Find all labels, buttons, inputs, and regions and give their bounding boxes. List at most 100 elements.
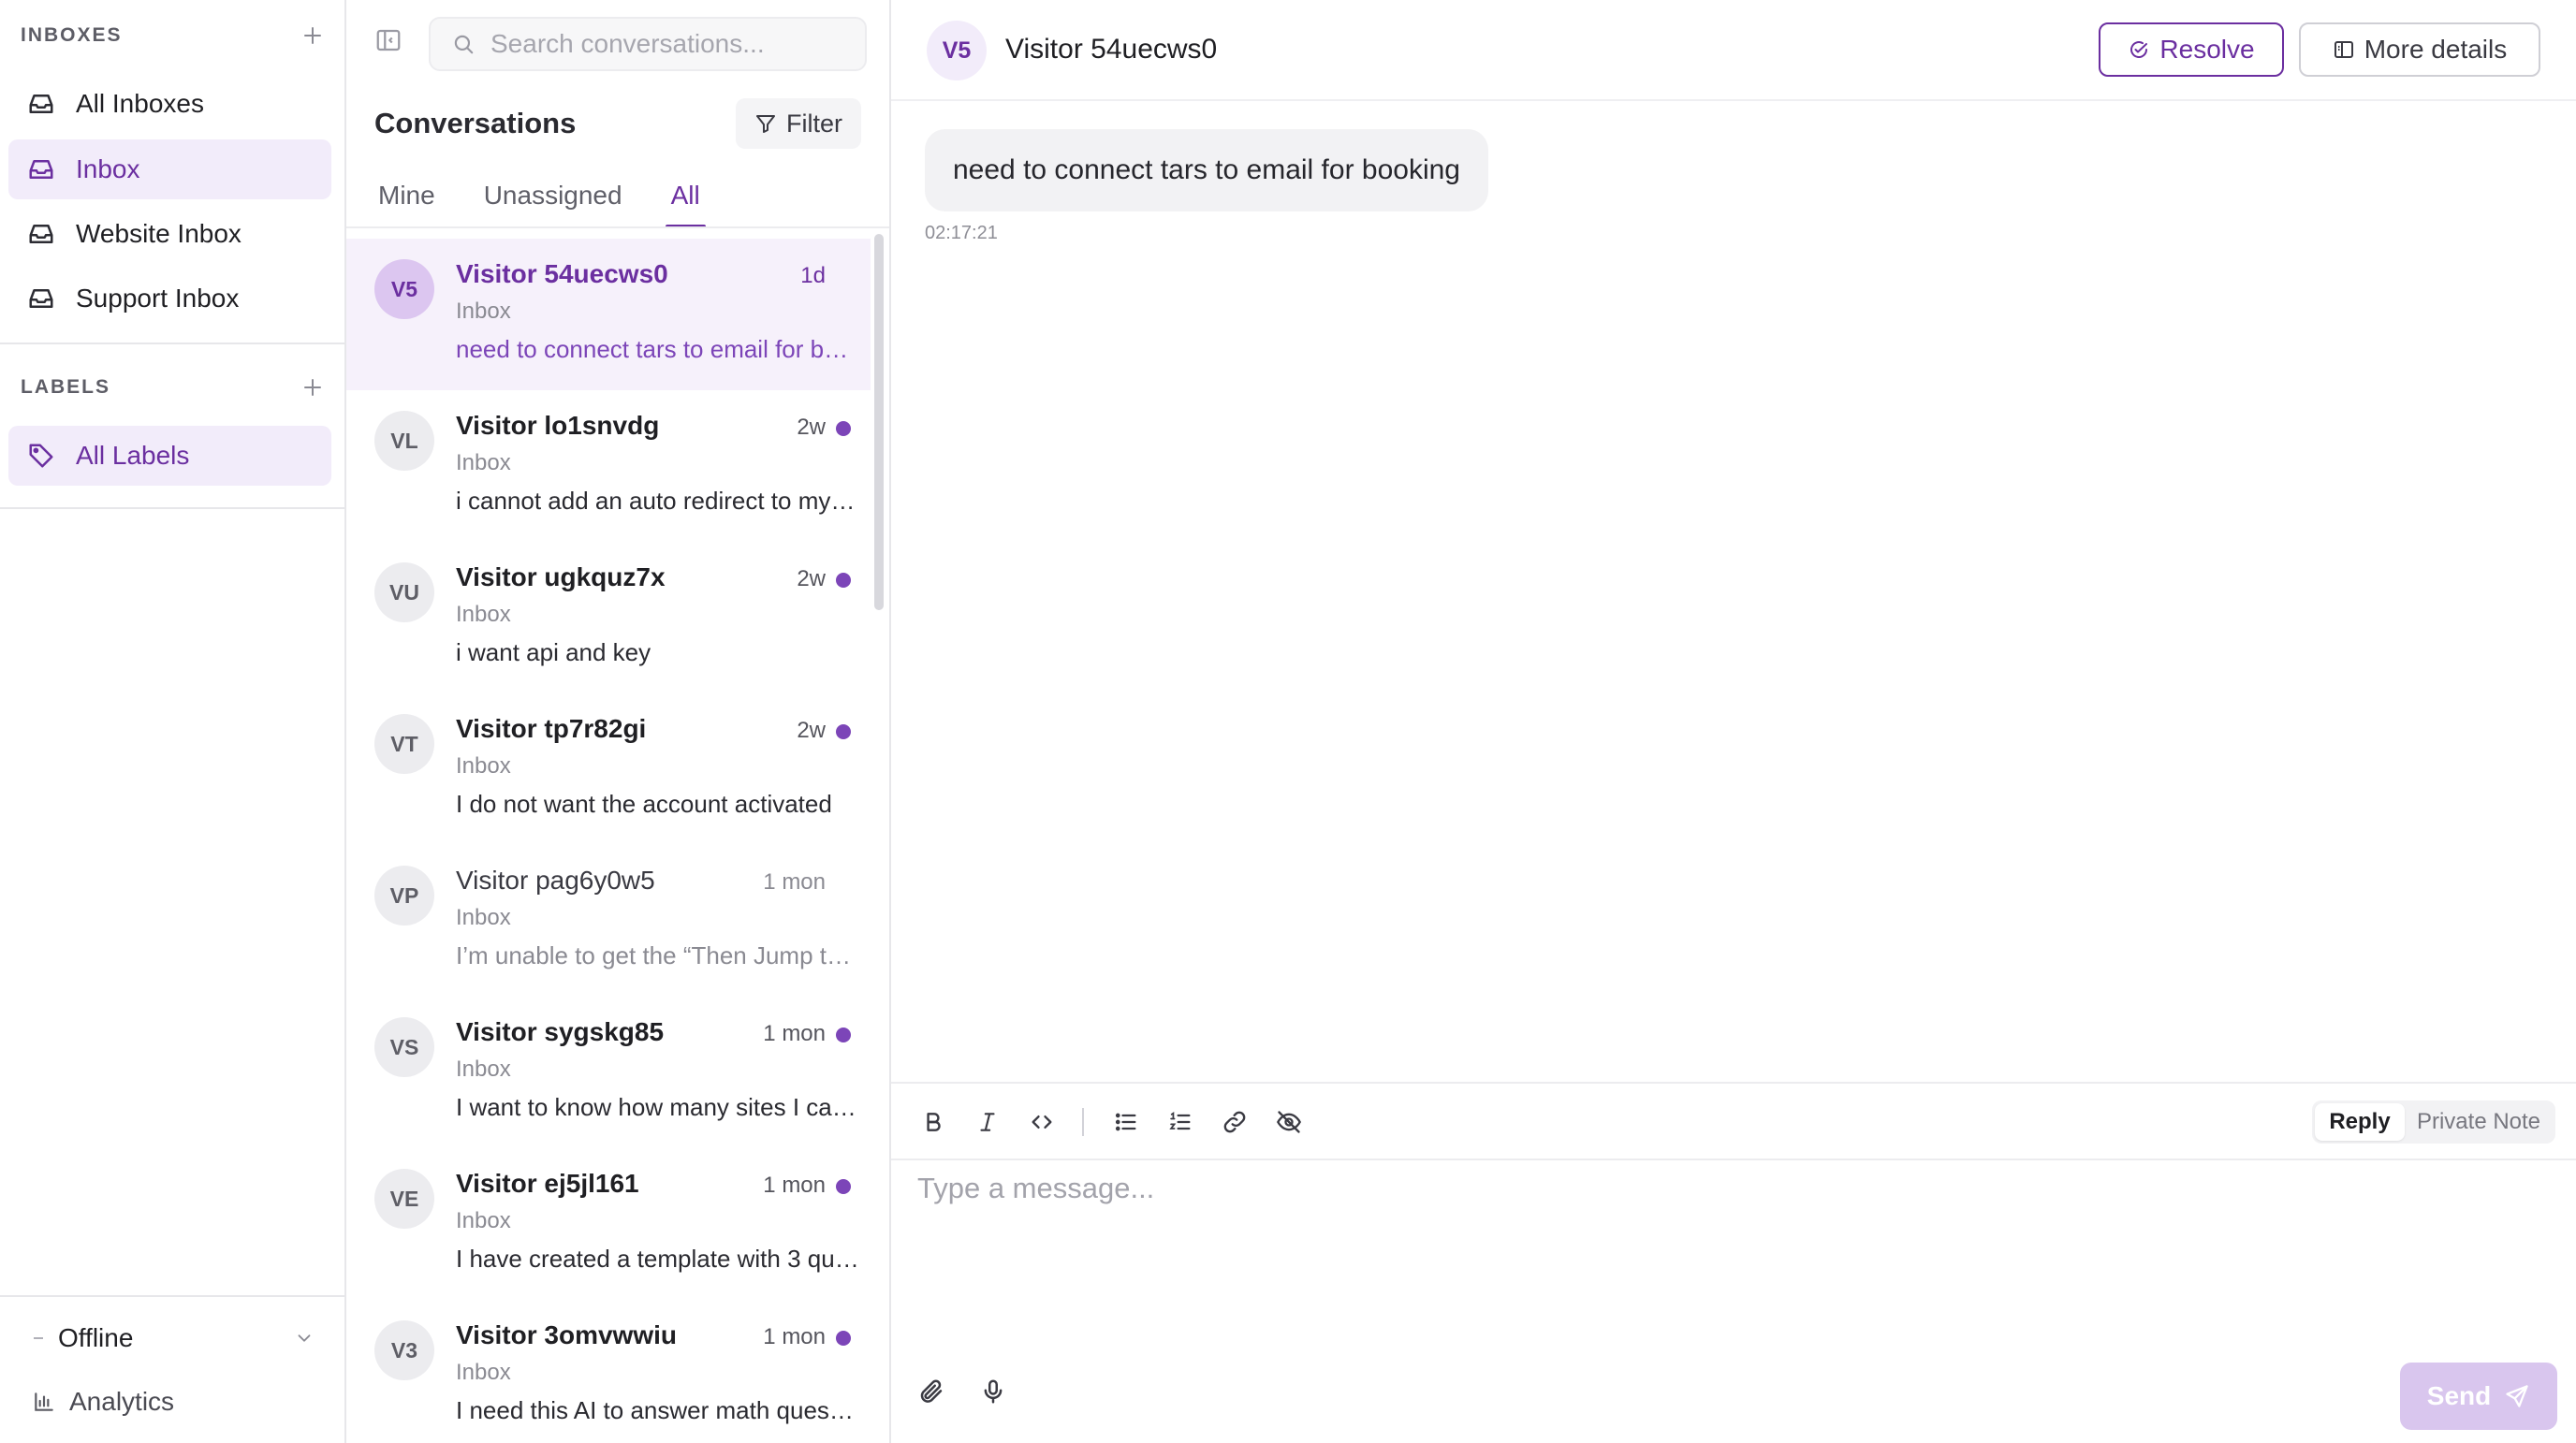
voice-record-button[interactable] <box>979 1377 1017 1415</box>
labels-section-header: LABELS <box>21 371 329 404</box>
italic-button[interactable] <box>970 1104 1005 1140</box>
search-icon <box>454 35 474 54</box>
conversation-contact-name: Visitor 54uecws0 <box>456 259 668 288</box>
add-label-button[interactable] <box>296 371 329 404</box>
send-label: Send <box>2426 1381 2492 1410</box>
conversation-item[interactable]: V3 Visitor 3omvwwiu 1 mon Inbox I need t… <box>346 1300 871 1443</box>
reply-mode-toggle: Reply Private Note <box>2312 1100 2555 1144</box>
status-indicator <box>34 1337 43 1339</box>
sidebar-item-label: Support Inbox <box>76 284 240 313</box>
sidebar-item-label: All Labels <box>76 441 190 470</box>
paperclip-icon <box>920 1379 943 1403</box>
tab-mine[interactable]: Mine <box>374 165 439 226</box>
conversation-time: 2w <box>797 415 826 440</box>
link-icon <box>1223 1111 1246 1133</box>
composer-toolbar: Reply Private Note <box>891 1082 2576 1160</box>
conversation-inbox-name: Inbox <box>456 450 511 475</box>
analytics-link[interactable]: Analytics <box>32 1383 174 1421</box>
inbox-tray-icon <box>27 153 59 185</box>
conversation-time: 1d <box>800 263 826 288</box>
conversation-item[interactable]: VE Visitor ej5jl161 1 mon Inbox I have c… <box>346 1148 871 1300</box>
sidebar-footer-divider <box>0 1295 346 1297</box>
reply-mode-option[interactable]: Reply <box>2315 1103 2405 1141</box>
conversation-tabs: Mine Unassigned All <box>374 165 745 228</box>
more-details-button[interactable]: More details <box>2299 22 2540 77</box>
sidebar: INBOXES All Inboxes Inbox Website Inbox … <box>0 0 346 1443</box>
avatar: VS <box>374 1017 434 1077</box>
numbered-list-button[interactable] <box>1163 1104 1198 1140</box>
unread-indicator <box>836 573 851 588</box>
conversation-list-scrollbar[interactable] <box>874 234 884 610</box>
conversation-preview: need to connect tars to email for bookin… <box>456 335 860 363</box>
code-button[interactable] <box>1024 1104 1060 1140</box>
sidebar-item-all-inboxes[interactable]: All Inboxes <box>8 74 331 134</box>
bold-button[interactable] <box>915 1104 951 1140</box>
bold-icon <box>927 1113 941 1131</box>
labels-section-title: LABELS <box>21 376 110 398</box>
conversation-contact-name: Visitor pag6y0w5 <box>456 866 655 895</box>
tab-all[interactable]: All <box>665 165 706 228</box>
tabs-divider <box>346 226 889 228</box>
italic-icon <box>980 1113 995 1131</box>
avatar: VT <box>374 714 434 774</box>
check-circle-icon <box>2130 41 2148 58</box>
conversation-inbox-name: Inbox <box>456 1057 511 1082</box>
message-timestamp: 02:17:21 <box>925 223 998 243</box>
attach-file-button[interactable] <box>917 1377 955 1415</box>
conversation-time: 2w <box>797 718 826 743</box>
unread-indicator <box>836 421 851 436</box>
contact-name: Visitor 54uecws0 <box>1005 34 1218 65</box>
conversation-item[interactable]: VT Visitor tp7r82gi 2w Inbox I do not wa… <box>346 693 871 845</box>
conversation-item[interactable]: V5 Visitor 54uecws0 1d Inbox need to con… <box>346 239 871 390</box>
unread-indicator <box>836 1179 851 1194</box>
conversation-item[interactable]: VL Visitor lo1snvdg 2w Inbox i cannot ad… <box>346 390 871 542</box>
conversation-item[interactable]: VS Visitor sygskg85 1 mon Inbox I want t… <box>346 997 871 1148</box>
conversation-time: 1 mon <box>763 1324 826 1349</box>
collapse-sidebar-button[interactable] <box>374 26 406 58</box>
plus-icon <box>304 379 321 396</box>
conversation-contact-name: Visitor lo1snvdg <box>456 411 660 440</box>
link-button[interactable] <box>1217 1104 1252 1140</box>
funnel-icon <box>756 115 775 133</box>
sidebar-item-support-inbox[interactable]: Support Inbox <box>8 269 331 328</box>
avatar: VU <box>374 562 434 622</box>
paper-plane-icon <box>2506 1385 2528 1407</box>
filter-button[interactable]: Filter <box>736 98 861 149</box>
send-button[interactable]: Send <box>2400 1363 2557 1430</box>
tag-icon <box>27 440 59 472</box>
sidebar-item-website-inbox[interactable]: Website Inbox <box>8 204 331 264</box>
avatar: V5 <box>927 21 987 80</box>
resolve-button[interactable]: Resolve <box>2099 22 2284 77</box>
sidebar-item-inbox[interactable]: Inbox <box>8 139 331 199</box>
hide-preview-button[interactable] <box>1271 1104 1307 1140</box>
inbox-tray-icon <box>27 88 59 120</box>
tab-unassigned[interactable]: Unassigned <box>480 165 626 226</box>
chat-pane: V5 Visitor 54uecws0 Resolve More details… <box>891 0 2576 1443</box>
conversation-contact-name: Visitor 3omvwwiu <box>456 1320 677 1349</box>
sidebar-item-label: All Inboxes <box>76 89 204 118</box>
conversation-contact-name: Visitor tp7r82gi <box>456 714 647 743</box>
toolbar-separator <box>1082 1108 1084 1136</box>
conversation-time: 1 mon <box>763 1173 826 1198</box>
sidebar-divider <box>0 507 346 509</box>
conversation-item[interactable]: VU Visitor ugkquz7x 2w Inbox i want api … <box>346 542 871 693</box>
sidebar-item-all-labels[interactable]: All Labels <box>8 426 331 486</box>
bar-chart-icon <box>35 1392 53 1411</box>
conversation-preview: i cannot add an auto redirect to my webs… <box>456 487 860 515</box>
conversation-preview: I have created a template with 3 questio… <box>456 1245 860 1273</box>
conversation-contact-name: Visitor sygskg85 <box>456 1017 665 1046</box>
conversation-contact-name: Visitor ugkquz7x <box>456 562 666 591</box>
message-input[interactable] <box>917 1172 2546 1340</box>
conversation-item[interactable]: VP Visitor pag6y0w5 1 mon Inbox I’m unab… <box>346 845 871 997</box>
sidebar-item-label: Inbox <box>76 154 140 183</box>
search-input[interactable] <box>490 29 865 59</box>
private-note-mode-option[interactable]: Private Note <box>2405 1103 2553 1141</box>
analytics-label: Analytics <box>69 1387 175 1416</box>
code-icon <box>1032 1115 1052 1129</box>
avatar: VL <box>374 411 434 471</box>
bullet-list-button[interactable] <box>1108 1104 1144 1140</box>
conversation-preview: I want to know how many sites I can crea… <box>456 1093 860 1121</box>
add-inbox-button[interactable] <box>296 19 329 52</box>
avatar: V3 <box>374 1320 434 1380</box>
availability-status-dropdown[interactable]: Offline <box>34 1319 315 1358</box>
